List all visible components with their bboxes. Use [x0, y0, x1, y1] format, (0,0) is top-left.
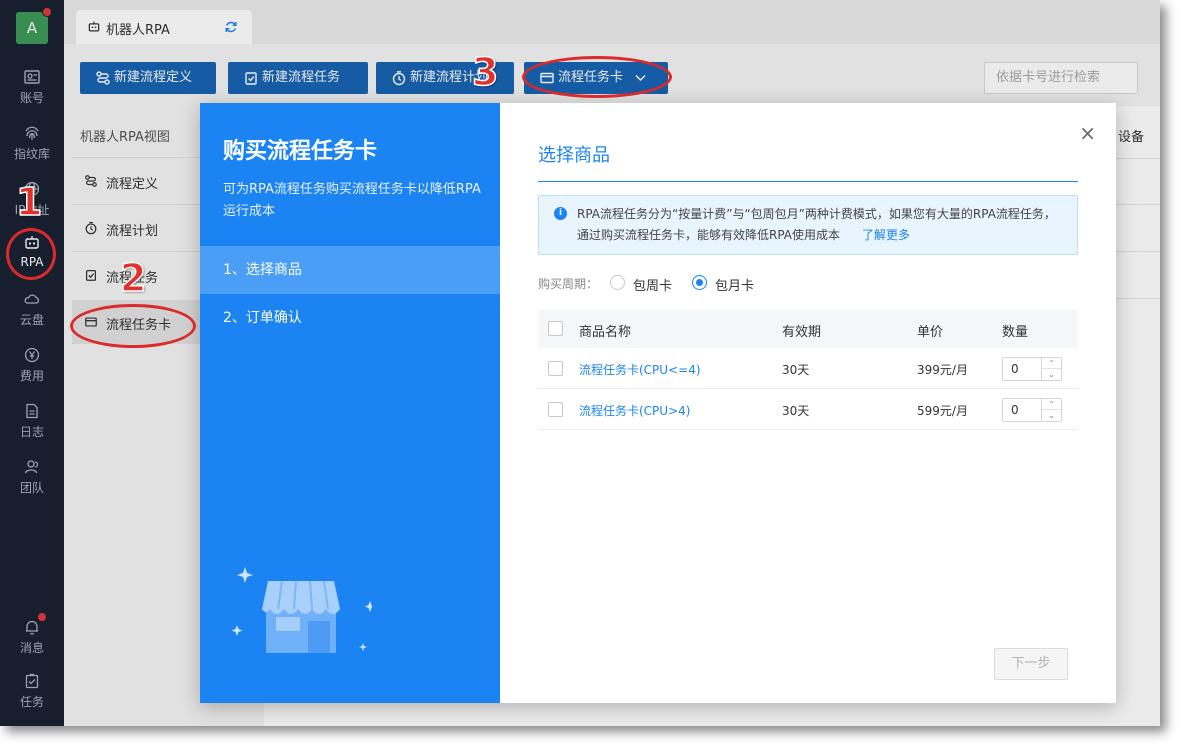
decrement-icon[interactable]: ⌄ [1042, 369, 1061, 380]
close-button[interactable]: × [1079, 121, 1096, 145]
annotation-number-3: 3 [471, 49, 499, 95]
header-product-name: 商品名称 [579, 325, 632, 340]
radio-label: 包月卡 [715, 279, 755, 294]
radio-button[interactable] [692, 275, 707, 290]
stepper-buttons: ⌃ ⌄ [1041, 358, 1061, 380]
quantity-value: 0 [1011, 362, 1019, 376]
annotation-ring-card-button [522, 56, 672, 98]
period-label: 购买周期： [538, 277, 599, 291]
step-select-product: 1、选择商品 [200, 246, 500, 294]
section-title: 选择商品 [538, 145, 610, 166]
product-price: 599元/月 [917, 404, 968, 418]
table-header: 商品名称 有效期 单价 数量 [538, 310, 1078, 348]
product-name: 流程任务卡(CPU<=4) [579, 363, 701, 377]
radio-button[interactable] [610, 275, 625, 290]
learn-more-link[interactable]: 了解更多 [862, 228, 910, 242]
header-validity: 有效期 [782, 325, 822, 340]
table-row: 流程任务卡(CPU<=4) 30天 399元/月 0 ⌃ ⌄ [538, 348, 1078, 389]
step-order-confirm: 2、订单确认 [223, 310, 302, 326]
shop-illustration-icon [231, 567, 372, 653]
dialog-title: 购买流程任务卡 [223, 139, 378, 164]
dialog-description: 可为RPA流程任务购买流程任务卡以降低RPA运行成本 [223, 182, 481, 219]
divider [538, 181, 1078, 182]
product-validity: 30天 [782, 363, 810, 377]
info-icon: i [554, 207, 567, 220]
quantity-stepper[interactable]: 0 ⌃ ⌄ [1002, 357, 1062, 381]
stepper-buttons: ⌃ ⌄ [1041, 399, 1061, 421]
info-text: RPA流程任务分为“按量计费”与“包周包月”两种计费模式，如果您有大量的RPA流… [577, 207, 1056, 242]
decrement-icon[interactable]: ⌄ [1042, 410, 1061, 421]
row-checkbox[interactable] [548, 361, 563, 376]
row-checkbox[interactable] [548, 402, 563, 417]
app-window: A 账号 指纹库 IP地址 RPA 云盘 费用 日志 团队 消息 任务 机器人R… [0, 0, 1160, 726]
quantity-value: 0 [1011, 403, 1019, 417]
radio-label: 包周卡 [633, 279, 673, 294]
annotation-ring-card-menu [70, 304, 196, 348]
annotation-ring-rpa [6, 228, 56, 280]
product-validity: 30天 [782, 404, 810, 418]
annotation-number-2: 2 [119, 255, 147, 301]
increment-icon[interactable]: ⌃ [1042, 399, 1061, 410]
increment-icon[interactable]: ⌃ [1042, 358, 1061, 369]
dialog-side-panel: 购买流程任务卡 可为RPA流程任务购买流程任务卡以降低RPA运行成本 1、选择商… [200, 103, 500, 703]
quantity-stepper[interactable]: 0 ⌃ ⌄ [1002, 398, 1062, 422]
select-all-checkbox[interactable] [548, 321, 563, 336]
annotation-number-1: 1 [15, 179, 43, 225]
header-price: 单价 [917, 325, 944, 340]
dialog-content: × 选择商品 i RPA流程任务分为“按量计费”与“包周包月”两种计费模式，如果… [500, 103, 1116, 703]
product-name: 流程任务卡(CPU>4) [579, 404, 691, 418]
table-row: 流程任务卡(CPU>4) 30天 599元/月 0 ⌃ ⌄ [538, 389, 1078, 430]
info-banner: i RPA流程任务分为“按量计费”与“包周包月”两种计费模式，如果您有大量的RP… [538, 195, 1078, 255]
product-price: 399元/月 [917, 363, 968, 377]
purchase-dialog: 购买流程任务卡 可为RPA流程任务购买流程任务卡以降低RPA运行成本 1、选择商… [200, 103, 1116, 703]
next-step-button[interactable]: 下一步 [994, 648, 1068, 680]
header-quantity: 数量 [1002, 325, 1029, 340]
